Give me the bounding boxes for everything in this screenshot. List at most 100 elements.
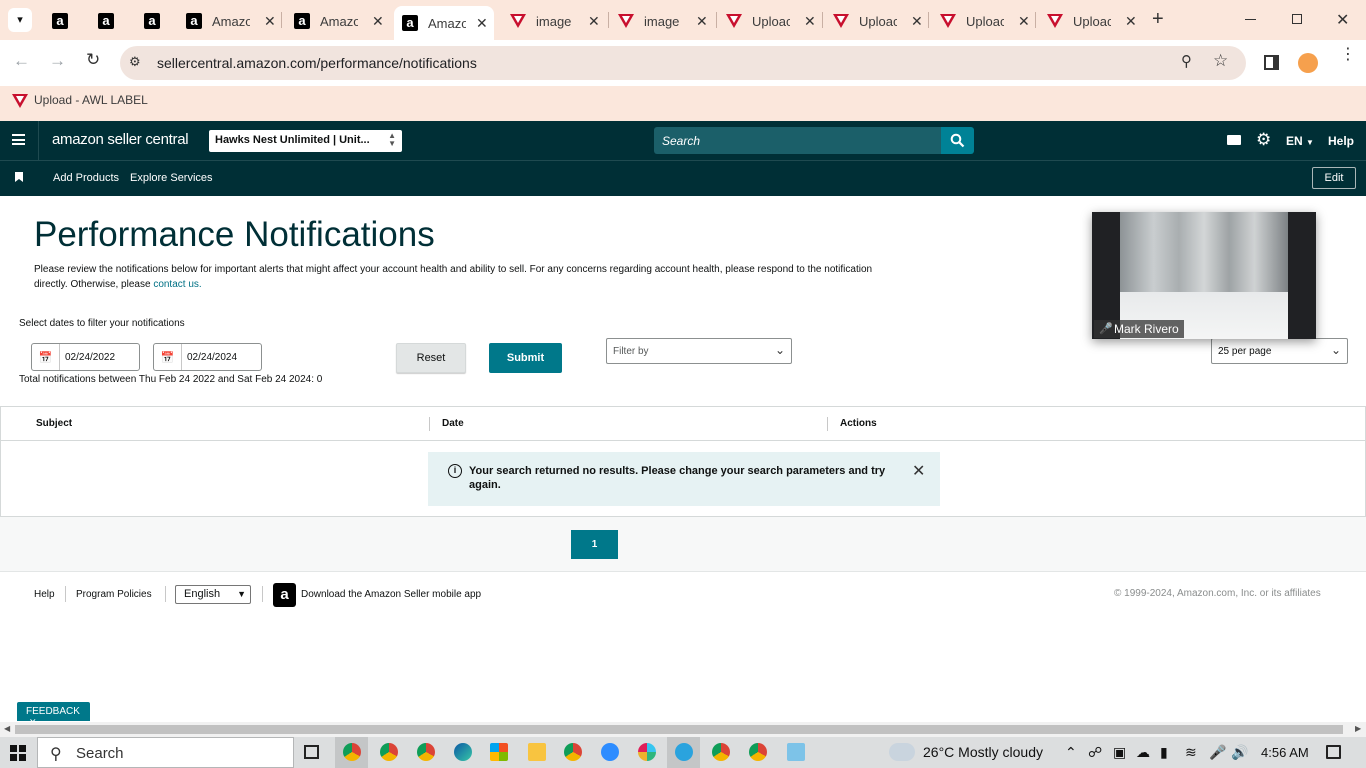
close-icon[interactable]: ✕: [696, 13, 708, 30]
amazon-seller-app-icon[interactable]: a: [273, 583, 296, 607]
notifications-icon[interactable]: [1326, 745, 1341, 759]
nav-explore-services[interactable]: Explore Services: [130, 172, 213, 184]
edit-nav-button[interactable]: Edit: [1312, 167, 1356, 189]
submit-button[interactable]: Submit: [489, 343, 562, 373]
search-input[interactable]: Search: [654, 127, 942, 154]
video-call-overlay[interactable]: 🎤 Mark Rivero: [1092, 212, 1316, 339]
close-icon[interactable]: ✕: [588, 13, 600, 30]
zoom-app-icon[interactable]: [601, 743, 619, 761]
browser-tab[interactable]: a: [144, 6, 170, 36]
zoom-icon[interactable]: ⚲: [1181, 52, 1192, 70]
browser-tab[interactable]: Uploac ✕: [940, 6, 1030, 36]
side-panel-icon[interactable]: [1264, 55, 1279, 70]
calendar-icon[interactable]: 📅: [154, 344, 182, 370]
chrome-icon[interactable]: [749, 743, 767, 761]
browser-tab[interactable]: Uploac ✕: [1047, 6, 1137, 36]
restore-icon[interactable]: [1292, 14, 1302, 24]
filter-by-select[interactable]: Filter by ⌄: [606, 338, 792, 364]
bookmark-link[interactable]: Upload - AWL LABEL: [34, 93, 148, 107]
browser-tab[interactable]: a: [98, 6, 124, 36]
chrome-icon[interactable]: [380, 743, 398, 761]
scroll-left-icon[interactable]: ◀: [4, 724, 10, 733]
clock-time[interactable]: 4:56 AM: [1261, 745, 1309, 760]
search-button[interactable]: [941, 127, 974, 154]
scroll-right-icon[interactable]: ▶: [1355, 724, 1361, 733]
close-icon[interactable]: ✕: [372, 13, 384, 30]
nav-add-products[interactable]: Add Products: [53, 172, 119, 184]
back-icon[interactable]: ←: [13, 51, 30, 71]
browser-tab[interactable]: image ✕: [618, 6, 708, 36]
close-icon[interactable]: ✕: [1018, 13, 1030, 30]
chrome-icon[interactable]: [712, 743, 730, 761]
new-tab-icon[interactable]: +: [1152, 9, 1164, 29]
language-selector[interactable]: EN ▼: [1286, 134, 1314, 148]
browser-tab[interactable]: Uploac ✕: [833, 6, 923, 36]
notepad-icon[interactable]: [787, 743, 805, 761]
profile-avatar[interactable]: [1298, 53, 1318, 73]
horizontal-scrollbar[interactable]: ◀ ▶: [0, 722, 1366, 737]
telegram-icon[interactable]: [675, 743, 693, 761]
column-header-subject[interactable]: Subject: [36, 418, 72, 429]
slack-icon[interactable]: [638, 743, 656, 761]
windows-start-icon[interactable]: [10, 745, 26, 761]
chevron-up-icon[interactable]: ⌃: [1065, 744, 1077, 761]
reload-icon[interactable]: ↻: [86, 50, 100, 70]
site-info-icon[interactable]: ⚙: [129, 54, 141, 70]
column-header-date[interactable]: Date: [442, 418, 464, 429]
close-icon[interactable]: ✕: [476, 15, 488, 32]
tab-search-button[interactable]: ▾: [8, 8, 32, 32]
footer-program-policies-link[interactable]: Program Policies: [76, 589, 152, 600]
weather-text[interactable]: 26°C Mostly cloudy: [923, 744, 1043, 760]
address-bar[interactable]: ⚙ sellercentral.amazon.com/performance/n…: [120, 46, 1246, 80]
close-icon[interactable]: ✕: [264, 13, 276, 30]
forward-icon[interactable]: →: [49, 51, 66, 71]
bookmark-star-icon[interactable]: ☆: [1213, 51, 1228, 71]
download-app-link[interactable]: Download the Amazon Seller mobile app: [301, 589, 481, 600]
bookmark-icon[interactable]: [15, 172, 23, 182]
footer-help-link[interactable]: Help: [34, 589, 55, 600]
close-icon[interactable]: ✕: [912, 461, 925, 481]
calendar-icon[interactable]: 📅: [32, 344, 60, 370]
mail-icon[interactable]: [1227, 135, 1241, 145]
feedback-tab[interactable]: FEEDBACK ✕: [17, 702, 90, 727]
settings-gear-icon[interactable]: ⚙: [1256, 130, 1271, 150]
chrome-icon[interactable]: [417, 743, 435, 761]
contact-us-link[interactable]: contact us.: [153, 279, 201, 290]
chrome-icon[interactable]: [564, 743, 582, 761]
minimize-icon[interactable]: [1245, 19, 1256, 20]
footer-language-select[interactable]: English ▼: [175, 585, 251, 604]
camera-icon[interactable]: ▣: [1113, 744, 1126, 761]
browser-tab[interactable]: a: [52, 6, 78, 36]
browser-tab[interactable]: a Amazo ✕: [294, 6, 384, 36]
menu-kebab-icon[interactable]: ⋮: [1340, 47, 1356, 63]
battery-icon[interactable]: ▮: [1160, 744, 1168, 761]
wifi-icon[interactable]: ≋: [1185, 744, 1197, 761]
hamburger-menu-icon[interactable]: [12, 134, 25, 145]
close-icon[interactable]: ✕: [804, 13, 816, 30]
help-link[interactable]: Help: [1328, 134, 1354, 148]
reset-button[interactable]: Reset: [396, 343, 466, 373]
file-explorer-icon[interactable]: [528, 743, 546, 761]
weather-cloud-icon[interactable]: [889, 743, 915, 761]
browser-tab-active[interactable]: a Amazo ✕: [394, 6, 494, 40]
volume-icon[interactable]: 🔊: [1231, 744, 1248, 761]
page-button-current[interactable]: 1: [571, 530, 618, 559]
microphone-icon[interactable]: 🎤: [1209, 744, 1226, 761]
network-icon[interactable]: ☍: [1088, 744, 1102, 761]
date-from-input[interactable]: 📅 02/24/2022: [31, 343, 140, 371]
browser-tab[interactable]: image ✕: [510, 6, 600, 36]
taskbar-search-input[interactable]: ⚲ Search: [37, 737, 294, 768]
browser-tab[interactable]: a Amazo ✕: [186, 6, 276, 36]
close-window-icon[interactable]: ✕: [1336, 10, 1349, 30]
scrollbar-thumb[interactable]: [15, 725, 1343, 734]
task-view-icon[interactable]: [304, 745, 319, 759]
date-to-input[interactable]: 📅 02/24/2024: [153, 343, 262, 371]
account-switcher[interactable]: Hawks Nest Unlimited | Unit... ▲ ▼: [209, 130, 402, 152]
onedrive-icon[interactable]: ☁: [1136, 744, 1150, 761]
close-icon[interactable]: ✕: [1125, 13, 1137, 30]
chrome-icon[interactable]: [343, 743, 361, 761]
browser-tab[interactable]: Uploac ✕: [726, 6, 816, 36]
edge-icon[interactable]: [454, 743, 472, 761]
close-icon[interactable]: ✕: [911, 13, 923, 30]
per-page-select[interactable]: 25 per page ⌄: [1211, 338, 1348, 364]
